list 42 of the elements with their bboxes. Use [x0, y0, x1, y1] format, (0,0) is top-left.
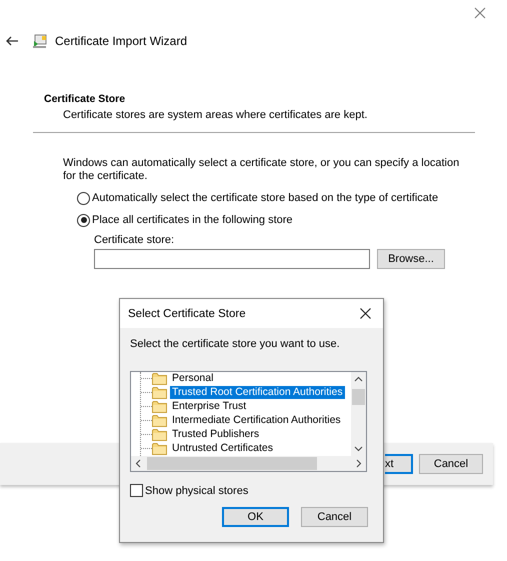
horizontal-scrollbar[interactable] [131, 456, 366, 471]
dialog-title: Select Certificate Store [128, 308, 246, 320]
checkbox-label[interactable]: Show physical stores [145, 484, 248, 496]
tree-item[interactable]: Personal [170, 372, 216, 386]
dialog-button[interactable]: Cancel [301, 507, 368, 527]
folder-icon [152, 428, 167, 441]
vertical-scrollbar[interactable] [351, 372, 366, 456]
dialog-prompt: Select the certificate store you want to use. [130, 338, 341, 350]
footer-button[interactable]: Cancel [419, 454, 483, 474]
scroll-down-icon[interactable] [354, 446, 363, 452]
radio-label[interactable]: Place all certificates in the following store [92, 214, 293, 226]
scroll-thumb[interactable] [147, 457, 317, 470]
tree-item[interactable]: Untrusted Certificates [170, 442, 275, 455]
store-input-field[interactable] [94, 249, 370, 269]
field-label: Certificate store: [94, 234, 176, 246]
tree-item[interactable]: Trusted Publishers [170, 428, 262, 441]
checkbox[interactable] [130, 484, 143, 497]
folder-icon [152, 386, 167, 400]
window-title: Certificate Import Wizard [55, 34, 188, 48]
section-heading: Certificate Store [44, 93, 126, 105]
footer-button[interactable]: xt [385, 454, 413, 474]
scroll-thumb[interactable] [352, 389, 365, 405]
radio-label[interactable]: Automatically select the certificate store based on the type of certificate [92, 192, 438, 204]
back-arrow-icon[interactable] [6, 36, 19, 46]
scroll-right-icon[interactable] [356, 459, 362, 468]
folder-icon [152, 414, 167, 428]
folder-icon [152, 442, 167, 455]
section-description: Certificate stores are system areas where certificates are kept. [63, 109, 368, 121]
dialog-button[interactable]: OK [222, 507, 289, 527]
scroll-up-icon[interactable] [354, 376, 363, 382]
scroll-left-icon[interactable] [135, 459, 141, 468]
certificate-icon [32, 33, 48, 49]
tree-item[interactable]: Enterprise Trust [170, 400, 248, 414]
close-icon[interactable] [360, 308, 371, 319]
radio-button[interactable] [77, 192, 90, 204]
browse-button[interactable]: Browse... [377, 249, 445, 269]
tree-item[interactable]: Intermediate Certification Authorities [170, 414, 343, 428]
radio-button[interactable] [77, 214, 90, 226]
folder-icon [152, 400, 167, 414]
folder-icon [152, 372, 167, 386]
tree-item[interactable]: Trusted Root Certification Authorities [170, 386, 345, 400]
intro-text: Windows can automatically select a certificate store, or you can specify a location for the certificate. [63, 157, 460, 183]
